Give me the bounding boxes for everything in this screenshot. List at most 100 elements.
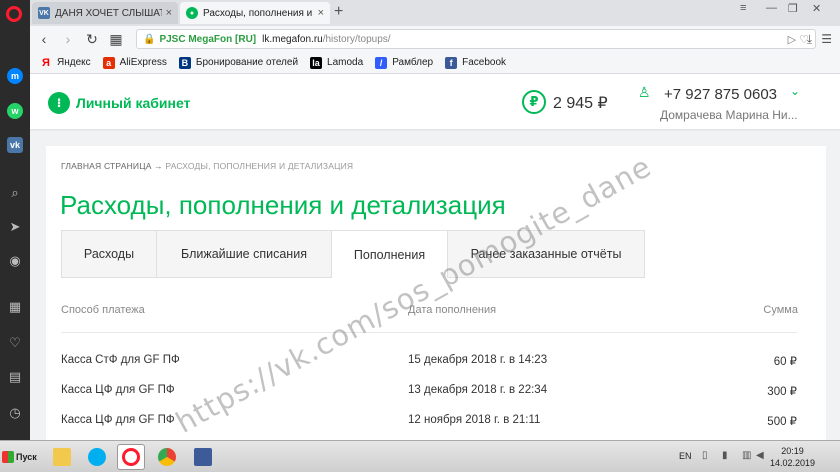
rambler-icon: / [375, 56, 388, 69]
close-icon[interactable]: × [166, 7, 172, 19]
speed-dial-icon[interactable]: ▦ [106, 31, 126, 48]
payment-method: Касса ЦФ для GF ПФ [61, 414, 175, 426]
taskbar-app[interactable] [189, 444, 217, 470]
taskbar-explorer[interactable] [48, 444, 76, 470]
close-window-button[interactable]: ✕ [812, 2, 821, 22]
system-clock[interactable]: 20:19 14.02.2019 [770, 445, 815, 469]
bookmark-yandex[interactable]: Я Яндекс [40, 57, 91, 69]
breadcrumb-home[interactable]: ГЛАВНАЯ СТРАНИЦА [61, 161, 152, 171]
payment-method: Касса СтФ для GF ПФ [61, 354, 180, 366]
taskbar-chrome[interactable] [153, 444, 181, 470]
send-icon[interactable]: ➤ [8, 220, 22, 234]
bookmark-aliexpress[interactable]: a AliExpress [102, 56, 167, 69]
clock-icon[interactable]: ◷ [8, 406, 22, 420]
tab-upcoming-charges[interactable]: Ближайшие списания [156, 230, 331, 278]
vk-icon: VK [38, 7, 50, 19]
site-header: ⁝ Личный кабинет ₽ 2 945 ₽ ♙ +7 927 875 … [30, 74, 840, 130]
bookmarks-bar: Я Яндекс a AliExpress B Бронирование оте… [30, 52, 840, 74]
chrome-icon [158, 448, 176, 466]
bookmark-lamoda[interactable]: la Lamoda [310, 56, 363, 69]
bookmark-facebook[interactable]: f Facebook [445, 56, 507, 69]
megafon-logo-icon[interactable]: ⁝ [48, 92, 70, 114]
bookmark-label: Яндекс [57, 57, 91, 68]
skype-icon [88, 448, 106, 466]
aliexpress-icon: a [102, 56, 115, 69]
bookmark-rambler[interactable]: / Рамблер [375, 56, 434, 69]
easy-setup-icon[interactable]: ☰ [821, 32, 832, 46]
balance-amount[interactable]: 2 945 ₽ [553, 93, 608, 113]
bookmark-booking[interactable]: B Бронирование отелей [178, 56, 299, 69]
main-card: ГЛАВНАЯ СТРАНИЦА → РАСХОДЫ, ПОПОЛНЕНИЯ И… [46, 146, 826, 440]
table-row: Касса ЦФ для GF ПФ 13 декабря 2018 г. в … [61, 378, 797, 408]
bookmark-label: Рамблер [392, 57, 434, 68]
facebook-icon: f [445, 56, 458, 69]
download-icon[interactable]: ⤓ [807, 32, 812, 47]
table-divider [61, 332, 797, 333]
url-field[interactable]: 🔒 PJSC MegaFon [RU] lk.megafon.ru /histo… [136, 29, 816, 49]
clock-time: 20:19 [781, 446, 804, 456]
tab-expenses[interactable]: Расходы [61, 230, 156, 278]
language-indicator[interactable]: EN [679, 451, 692, 461]
address-bar-row: ‹ › ↻ ▦ 🔒 PJSC MegaFon [RU] lk.megafon.r… [30, 26, 840, 52]
section-tabs: Расходы Ближайшие списания Пополнения Ра… [61, 230, 645, 278]
user-icon: ♙ [638, 84, 651, 100]
payment-date: 12 ноября 2018 г. в 21:11 [408, 414, 541, 426]
url-path: /history/topups/ [322, 33, 391, 45]
column-header-method: Способ платежа [61, 304, 145, 316]
cabinet-link[interactable]: Личный кабинет [76, 95, 190, 111]
volume-icon[interactable]: ◀ [756, 450, 764, 461]
taskbar-opera[interactable] [117, 444, 145, 470]
news-icon[interactable]: ▤ [8, 370, 22, 384]
network-icon[interactable]: ▥ [742, 450, 751, 461]
tab-megafon[interactable]: ● Расходы, пополнения и дет × [180, 2, 330, 24]
tray-icon[interactable]: ▮ [722, 450, 728, 461]
taskbar-skype[interactable] [83, 444, 111, 470]
breadcrumb-arrow: → [154, 161, 163, 171]
new-tab-button[interactable]: + [334, 3, 343, 21]
phone-number[interactable]: +7 927 875 0603 [664, 86, 777, 103]
minimize-button[interactable]: — [766, 2, 777, 22]
bookmark-label: AliExpress [119, 57, 167, 68]
forward-button[interactable]: › [58, 31, 78, 47]
whatsapp-icon[interactable]: w [7, 103, 23, 119]
yandex-icon: Я [42, 56, 50, 69]
reload-button[interactable]: ↻ [82, 31, 102, 48]
table-row: Касса СтФ для GF ПФ 15 декабря 2018 г. в… [61, 348, 797, 378]
maximize-button[interactable]: ❐ [788, 2, 798, 22]
bookmark-label: Facebook [462, 57, 507, 68]
opera-sidebar: m w vk ⌕ ➤ ◉ ▦ ♡ ▤ ◷ [0, 0, 30, 440]
monitor-icon [194, 448, 212, 466]
chevron-down-icon[interactable]: ⌄ [790, 84, 800, 98]
payment-date: 13 декабря 2018 г. в 22:34 [408, 384, 548, 396]
start-button[interactable]: Пуск [2, 446, 40, 468]
tab-topups[interactable]: Пополнения [331, 230, 447, 278]
booking-icon: B [178, 56, 191, 69]
bookmark-label: Бронирование отелей [195, 57, 299, 68]
column-header-amount: Сумма [763, 304, 798, 316]
speed-dial-icon[interactable]: ▦ [8, 300, 22, 314]
heart-icon[interactable]: ♡ [8, 336, 22, 350]
close-icon[interactable]: × [318, 7, 324, 19]
payment-amount: 60 ₽ [773, 356, 797, 368]
breadcrumb-current: РАСХОДЫ, ПОПОЛНЕНИЯ И ДЕТАЛИЗАЦИЯ [165, 161, 354, 171]
tab-menu-icon[interactable]: ≡ [740, 2, 746, 22]
camera-icon[interactable]: ◉ [8, 254, 22, 268]
folder-icon [53, 448, 71, 466]
table-row: Касса ЦФ для GF ПФ 12 ноября 2018 г. в 2… [61, 408, 797, 438]
tab-previous-reports[interactable]: Ранее заказанные отчёты [447, 230, 645, 278]
back-button[interactable]: ‹ [34, 31, 54, 47]
url-host: lk.megafon.ru [262, 33, 323, 45]
messenger-icon[interactable]: m [7, 68, 23, 84]
windows-logo-icon [2, 451, 14, 463]
lock-icon: 🔒 [143, 33, 156, 45]
lamoda-icon: la [310, 56, 323, 69]
megafon-icon: ● [186, 7, 198, 19]
opera-logo-icon[interactable] [6, 6, 22, 22]
vk-icon[interactable]: vk [7, 137, 23, 153]
tray-icon[interactable]: ▯ [702, 450, 708, 461]
clock-date: 14.02.2019 [770, 458, 816, 468]
payment-method: Касса ЦФ для GF ПФ [61, 384, 175, 396]
tab-vk[interactable]: VK ДАНЯ ХОЧЕТ СЛЫШАТЬ ДВ × [32, 2, 178, 24]
breadcrumb: ГЛАВНАЯ СТРАНИЦА → РАСХОДЫ, ПОПОЛНЕНИЯ И… [61, 161, 353, 171]
search-icon[interactable]: ⌕ [8, 186, 22, 200]
